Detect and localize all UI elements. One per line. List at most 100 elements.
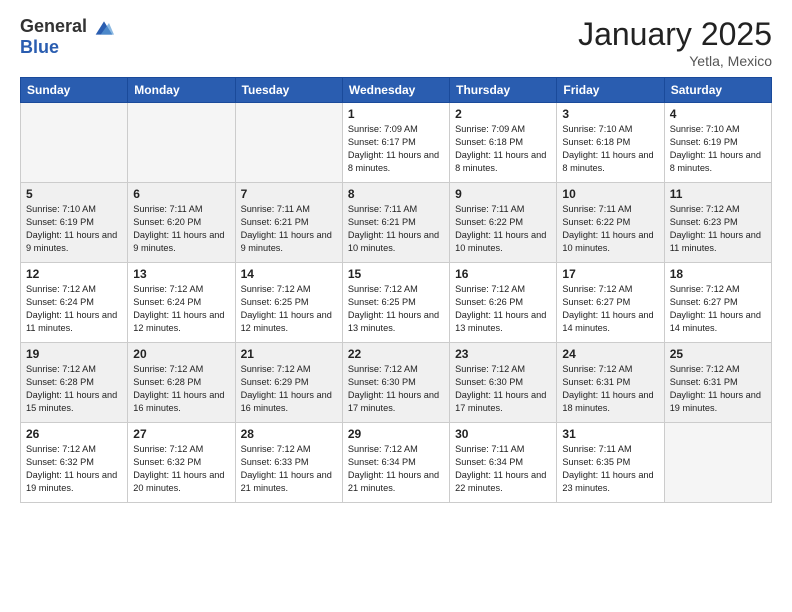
day-number: 18 bbox=[670, 267, 766, 281]
calendar-day-cell: 13Sunrise: 7:12 AMSunset: 6:24 PMDayligh… bbox=[128, 263, 235, 343]
day-info: Sunrise: 7:12 AMSunset: 6:23 PMDaylight:… bbox=[670, 203, 766, 255]
weekday-header-monday: Monday bbox=[128, 78, 235, 103]
day-info: Sunrise: 7:12 AMSunset: 6:26 PMDaylight:… bbox=[455, 283, 551, 335]
calendar-day-cell: 2Sunrise: 7:09 AMSunset: 6:18 PMDaylight… bbox=[450, 103, 557, 183]
day-info: Sunrise: 7:12 AMSunset: 6:30 PMDaylight:… bbox=[348, 363, 444, 415]
calendar-day-cell: 16 Sunrise: 7:12 AMSunset: 6:26 PMDayligh… bbox=[450, 263, 557, 343]
day-number: 14 bbox=[241, 267, 337, 281]
calendar-day-cell: 3Sunrise: 7:10 AMSunset: 6:18 PMDaylight… bbox=[557, 103, 664, 183]
logo: General Blue bbox=[20, 16, 114, 58]
day-number: 16 bbox=[455, 267, 551, 281]
day-number: 27 bbox=[133, 427, 229, 441]
day-number: 6 bbox=[133, 187, 229, 201]
day-number: 25 bbox=[670, 347, 766, 361]
day-info: Sunrise: 7:09 AMSunset: 6:18 PMDaylight:… bbox=[455, 123, 551, 175]
calendar-week-row: 12 Sunrise: 7:12 AMSunset: 6:24 PMDayligh… bbox=[21, 263, 772, 343]
calendar-day-cell: 20 Sunrise: 7:12 AMSunset: 6:28 PMDayligh… bbox=[128, 343, 235, 423]
weekday-header-tuesday: Tuesday bbox=[235, 78, 342, 103]
calendar-week-row: 26 Sunrise: 7:12 AMSunset: 6:32 PMDayligh… bbox=[21, 423, 772, 503]
day-info: Sunrise: 7:12 AMSunset: 6:31 PMDaylight:… bbox=[562, 363, 658, 415]
day-info: Sunrise: 7:12 AMSunset: 6:24 PMDaylight:… bbox=[26, 283, 122, 335]
day-info: Sunrise: 7:12 AMSunset: 6:25 PMDaylight:… bbox=[241, 283, 337, 335]
calendar-week-row: 19 Sunrise: 7:12 AMSunset: 6:28 PMDayligh… bbox=[21, 343, 772, 423]
calendar-day-cell: 15Sunrise: 7:12 AMSunset: 6:25 PMDayligh… bbox=[342, 263, 449, 343]
day-info: Sunrise: 7:12 AMSunset: 6:32 PMDaylight:… bbox=[133, 443, 229, 495]
logo-text: General Blue bbox=[20, 16, 114, 58]
day-number: 26 bbox=[26, 427, 122, 441]
calendar-day-cell: 6 Sunrise: 7:11 AMSunset: 6:20 PMDaylight… bbox=[128, 183, 235, 263]
day-number: 7 bbox=[241, 187, 337, 201]
calendar-day-cell: 23 Sunrise: 7:12 AMSunset: 6:30 PMDayligh… bbox=[450, 343, 557, 423]
day-number: 15 bbox=[348, 267, 444, 281]
calendar-day-cell: 22 Sunrise: 7:12 AMSunset: 6:30 PMDayligh… bbox=[342, 343, 449, 423]
day-info: Sunrise: 7:11 AMSunset: 6:22 PMDaylight:… bbox=[455, 203, 551, 255]
day-info: Sunrise: 7:12 AMSunset: 6:28 PMDaylight:… bbox=[133, 363, 229, 415]
calendar-week-row: 5Sunrise: 7:10 AMSunset: 6:19 PMDaylight… bbox=[21, 183, 772, 263]
calendar-day-cell: 4 Sunrise: 7:10 AMSunset: 6:19 PMDaylight… bbox=[664, 103, 771, 183]
day-number: 20 bbox=[133, 347, 229, 361]
calendar-day-cell bbox=[235, 103, 342, 183]
day-info: Sunrise: 7:12 AMSunset: 6:24 PMDaylight:… bbox=[133, 283, 229, 335]
calendar-day-cell: 27 Sunrise: 7:12 AMSunset: 6:32 PMDayligh… bbox=[128, 423, 235, 503]
calendar-day-cell: 24Sunrise: 7:12 AMSunset: 6:31 PMDayligh… bbox=[557, 343, 664, 423]
day-info: Sunrise: 7:12 AMSunset: 6:30 PMDaylight:… bbox=[455, 363, 551, 415]
weekday-header-thursday: Thursday bbox=[450, 78, 557, 103]
calendar-day-cell: 19 Sunrise: 7:12 AMSunset: 6:28 PMDayligh… bbox=[21, 343, 128, 423]
title-section: January 2025 Yetla, Mexico bbox=[578, 16, 772, 69]
calendar-day-cell: 11Sunrise: 7:12 AMSunset: 6:23 PMDayligh… bbox=[664, 183, 771, 263]
calendar-day-cell: 8Sunrise: 7:11 AMSunset: 6:21 PMDaylight… bbox=[342, 183, 449, 263]
calendar-day-cell: 10 Sunrise: 7:11 AMSunset: 6:22 PMDayligh… bbox=[557, 183, 664, 263]
day-info: Sunrise: 7:11 AMSunset: 6:20 PMDaylight:… bbox=[133, 203, 229, 255]
day-info: Sunrise: 7:12 AMSunset: 6:27 PMDaylight:… bbox=[562, 283, 658, 335]
day-number: 17 bbox=[562, 267, 658, 281]
day-number: 29 bbox=[348, 427, 444, 441]
day-info: Sunrise: 7:11 AMSunset: 6:35 PMDaylight:… bbox=[562, 443, 658, 495]
calendar-day-cell: 18Sunrise: 7:12 AMSunset: 6:27 PMDayligh… bbox=[664, 263, 771, 343]
weekday-header-row: SundayMondayTuesdayWednesdayThursdayFrid… bbox=[21, 78, 772, 103]
month-title: January 2025 bbox=[578, 16, 772, 53]
day-info: Sunrise: 7:09 AMSunset: 6:17 PMDaylight:… bbox=[348, 123, 444, 175]
location: Yetla, Mexico bbox=[578, 53, 772, 69]
day-number: 3 bbox=[562, 107, 658, 121]
day-number: 12 bbox=[26, 267, 122, 281]
calendar-day-cell: 25 Sunrise: 7:12 AMSunset: 6:31 PMDayligh… bbox=[664, 343, 771, 423]
day-info: Sunrise: 7:12 AMSunset: 6:33 PMDaylight:… bbox=[241, 443, 337, 495]
calendar-table: SundayMondayTuesdayWednesdayThursdayFrid… bbox=[20, 77, 772, 503]
day-number: 10 bbox=[562, 187, 658, 201]
calendar-day-cell bbox=[21, 103, 128, 183]
day-info: Sunrise: 7:10 AMSunset: 6:19 PMDaylight:… bbox=[670, 123, 766, 175]
day-info: Sunrise: 7:12 AMSunset: 6:31 PMDaylight:… bbox=[670, 363, 766, 415]
calendar-day-cell: 12 Sunrise: 7:12 AMSunset: 6:24 PMDayligh… bbox=[21, 263, 128, 343]
day-info: Sunrise: 7:10 AMSunset: 6:19 PMDaylight:… bbox=[26, 203, 122, 255]
calendar-day-cell: 14 Sunrise: 7:12 AMSunset: 6:25 PMDayligh… bbox=[235, 263, 342, 343]
calendar-day-cell: 31 Sunrise: 7:11 AMSunset: 6:35 PMDayligh… bbox=[557, 423, 664, 503]
calendar-day-cell: 29 Sunrise: 7:12 AMSunset: 6:34 PMDayligh… bbox=[342, 423, 449, 503]
calendar-day-cell: 28 Sunrise: 7:12 AMSunset: 6:33 PMDayligh… bbox=[235, 423, 342, 503]
day-number: 28 bbox=[241, 427, 337, 441]
calendar-day-cell: 1 Sunrise: 7:09 AMSunset: 6:17 PMDaylight… bbox=[342, 103, 449, 183]
logo-general: General bbox=[20, 16, 87, 36]
day-info: Sunrise: 7:12 AMSunset: 6:34 PMDaylight:… bbox=[348, 443, 444, 495]
logo-icon bbox=[94, 19, 114, 37]
logo-blue: Blue bbox=[20, 37, 59, 57]
day-number: 4 bbox=[670, 107, 766, 121]
day-info: Sunrise: 7:12 AMSunset: 6:29 PMDaylight:… bbox=[241, 363, 337, 415]
day-number: 31 bbox=[562, 427, 658, 441]
day-info: Sunrise: 7:11 AMSunset: 6:22 PMDaylight:… bbox=[562, 203, 658, 255]
day-info: Sunrise: 7:12 AMSunset: 6:28 PMDaylight:… bbox=[26, 363, 122, 415]
page-header: General Blue January 2025 Yetla, Mexico bbox=[20, 16, 772, 69]
day-number: 23 bbox=[455, 347, 551, 361]
day-number: 22 bbox=[348, 347, 444, 361]
weekday-header-sunday: Sunday bbox=[21, 78, 128, 103]
day-number: 19 bbox=[26, 347, 122, 361]
day-info: Sunrise: 7:12 AMSunset: 6:32 PMDaylight:… bbox=[26, 443, 122, 495]
calendar-day-cell bbox=[664, 423, 771, 503]
calendar-day-cell: 9Sunrise: 7:11 AMSunset: 6:22 PMDaylight… bbox=[450, 183, 557, 263]
day-number: 1 bbox=[348, 107, 444, 121]
calendar-day-cell: 26 Sunrise: 7:12 AMSunset: 6:32 PMDayligh… bbox=[21, 423, 128, 503]
calendar-day-cell: 7Sunrise: 7:11 AMSunset: 6:21 PMDaylight… bbox=[235, 183, 342, 263]
weekday-header-wednesday: Wednesday bbox=[342, 78, 449, 103]
calendar-week-row: 1 Sunrise: 7:09 AMSunset: 6:17 PMDaylight… bbox=[21, 103, 772, 183]
calendar-day-cell bbox=[128, 103, 235, 183]
calendar-day-cell: 17 Sunrise: 7:12 AMSunset: 6:27 PMDayligh… bbox=[557, 263, 664, 343]
